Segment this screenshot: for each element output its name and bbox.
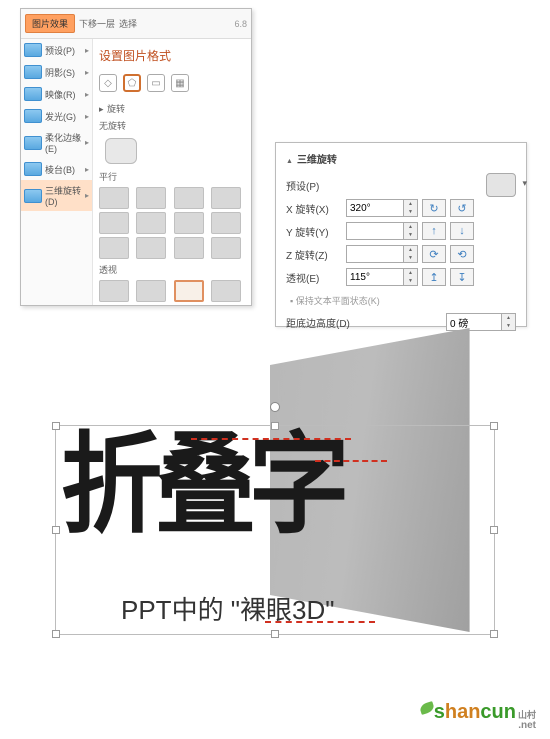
guide-line [265,621,375,623]
y-rotation-input[interactable] [346,222,404,240]
preset-thumb[interactable] [211,187,241,209]
distance-label: 距底边高度(D) [286,315,376,330]
preset-thumb[interactable] [99,187,129,209]
preset-thumb[interactable] [136,280,166,302]
sidebar-item-glow[interactable]: 发光(G)▸ [21,105,92,127]
preset-thumb[interactable] [99,212,129,234]
guide-line [315,460,387,462]
perspective-label: 透视 [99,261,245,278]
preset-thumb[interactable] [174,212,204,234]
rotation-settings-panel: 三维旋转 预设(P) X 旋转(X) ▲▼ ↻ ↺ Y 旋转(Y) ▲▼ ↑ ↓… [275,142,527,327]
x-rotate-right-button[interactable]: ↺ [450,199,474,217]
effects-sidebar: 预设(P)▸ 阴影(S)▸ 映像(R)▸ 发光(G)▸ 柔化边缘(E)▸ 棱台(… [21,39,93,305]
preset-dropdown[interactable] [486,173,516,197]
size-value: 6.8 [234,19,247,29]
resize-handle[interactable] [52,422,60,430]
persp-widen-button[interactable]: ↧ [450,268,474,286]
preset-thumb[interactable] [136,187,166,209]
z-rotate-ccw-button[interactable]: ⟲ [450,245,474,263]
canvas-preview: 折叠字 PPT中的 "裸眼3D" [55,345,500,670]
resize-handle[interactable] [52,630,60,638]
preset-thumb[interactable] [136,237,166,259]
x-rotate-left-button[interactable]: ↻ [422,199,446,217]
preset-thumb[interactable] [99,280,129,302]
rotate-section[interactable]: ▸旋转 [99,100,245,117]
rotation-title[interactable]: 三维旋转 [286,151,516,172]
parallel-presets [99,185,245,261]
preset-thumb[interactable] [211,237,241,259]
watermark: shancun山村 .net [420,701,536,731]
sidebar-item-shadow[interactable]: 阴影(S)▸ [21,61,92,83]
resize-handle[interactable] [271,630,279,638]
preset-label: 预设(P) [286,178,346,193]
soft-edges-icon [24,136,42,150]
fill-icon[interactable]: ◇ [99,74,117,92]
z-rotate-cw-button[interactable]: ⟳ [422,245,446,263]
reflection-icon [24,87,42,101]
z-rotation-label: Z 旋转(Z) [286,247,346,262]
preset-thumb[interactable] [174,237,204,259]
glow-icon [24,109,42,123]
distance-input[interactable] [446,313,502,331]
sidebar-item-bevel[interactable]: 棱台(B)▸ [21,158,92,180]
y-spinner[interactable]: ▲▼ [404,222,418,240]
preset-icon [24,43,42,57]
no-rotation-preset[interactable] [105,138,137,164]
select-button[interactable]: 选择 [119,17,137,30]
dist-spinner[interactable]: ▲▼ [502,313,516,331]
preset-thumb[interactable] [136,212,166,234]
sidebar-item-soft-edges[interactable]: 柔化边缘(E)▸ [21,127,92,158]
preset-thumb-selected[interactable] [174,280,204,302]
x-rotation-input[interactable] [346,199,404,217]
z-rotation-input[interactable] [346,245,404,263]
main-title-text[interactable]: 折叠字 [61,431,343,541]
y-rotation-label: Y 旋转(Y) [286,224,346,239]
preset-thumb[interactable] [211,212,241,234]
rotation-icon [24,189,42,203]
y-rotate-up-button[interactable]: ↑ [422,222,446,240]
x-rotation-label: X 旋转(X) [286,201,346,216]
resize-handle[interactable] [490,630,498,638]
sidebar-item-reflection[interactable]: 映像(R)▸ [21,83,92,105]
picture-effects-button[interactable]: 图片效果 [25,14,75,33]
format-picture-panel: 图片效果 下移一层 选择 6.8 预设(P)▸ 阴影(S)▸ 映像(R)▸ 发光… [20,8,252,306]
persp-spinner[interactable]: ▲▼ [404,268,418,286]
layout-icon[interactable]: ▭ [147,74,165,92]
perspective-field-label: 透视(E) [286,270,346,285]
resize-handle[interactable] [52,526,60,534]
next-layer-button[interactable]: 下移一层 [79,17,115,30]
format-category-icons: ◇ ⬠ ▭ ▦ [99,70,245,100]
no-rotation-label: 无旋转 [99,117,245,134]
effects-icon[interactable]: ⬠ [123,74,141,92]
bevel-icon [24,162,42,176]
perspective-presets [99,278,245,304]
parallel-label: 平行 [99,168,245,185]
z-spinner[interactable]: ▲▼ [404,245,418,263]
leaf-icon [419,701,435,715]
keep-text-flat-checkbox[interactable]: 保持文本平面状态(K) [286,290,516,309]
preset-thumb[interactable] [99,237,129,259]
ribbon-strip: 图片效果 下移一层 选择 6.8 [21,9,251,39]
preset-thumb[interactable] [174,187,204,209]
x-spinner[interactable]: ▲▼ [404,199,418,217]
picture-icon[interactable]: ▦ [171,74,189,92]
perspective-input[interactable] [346,268,404,286]
resize-handle[interactable] [490,422,498,430]
sidebar-item-preset[interactable]: 预设(P)▸ [21,39,92,61]
guide-line [191,438,351,440]
persp-narrow-button[interactable]: ↥ [422,268,446,286]
preset-thumb[interactable] [211,280,241,302]
sidebar-item-3d-rotation[interactable]: 三维旋转(D)▸ [21,180,92,211]
y-rotate-down-button[interactable]: ↓ [450,222,474,240]
rotate-handle[interactable] [270,402,280,412]
format-content: 设置图片格式 ◇ ⬠ ▭ ▦ ▸旋转 无旋转 平行 透视 [93,39,251,305]
shadow-icon [24,65,42,79]
resize-handle[interactable] [490,526,498,534]
format-title: 设置图片格式 [99,43,245,70]
